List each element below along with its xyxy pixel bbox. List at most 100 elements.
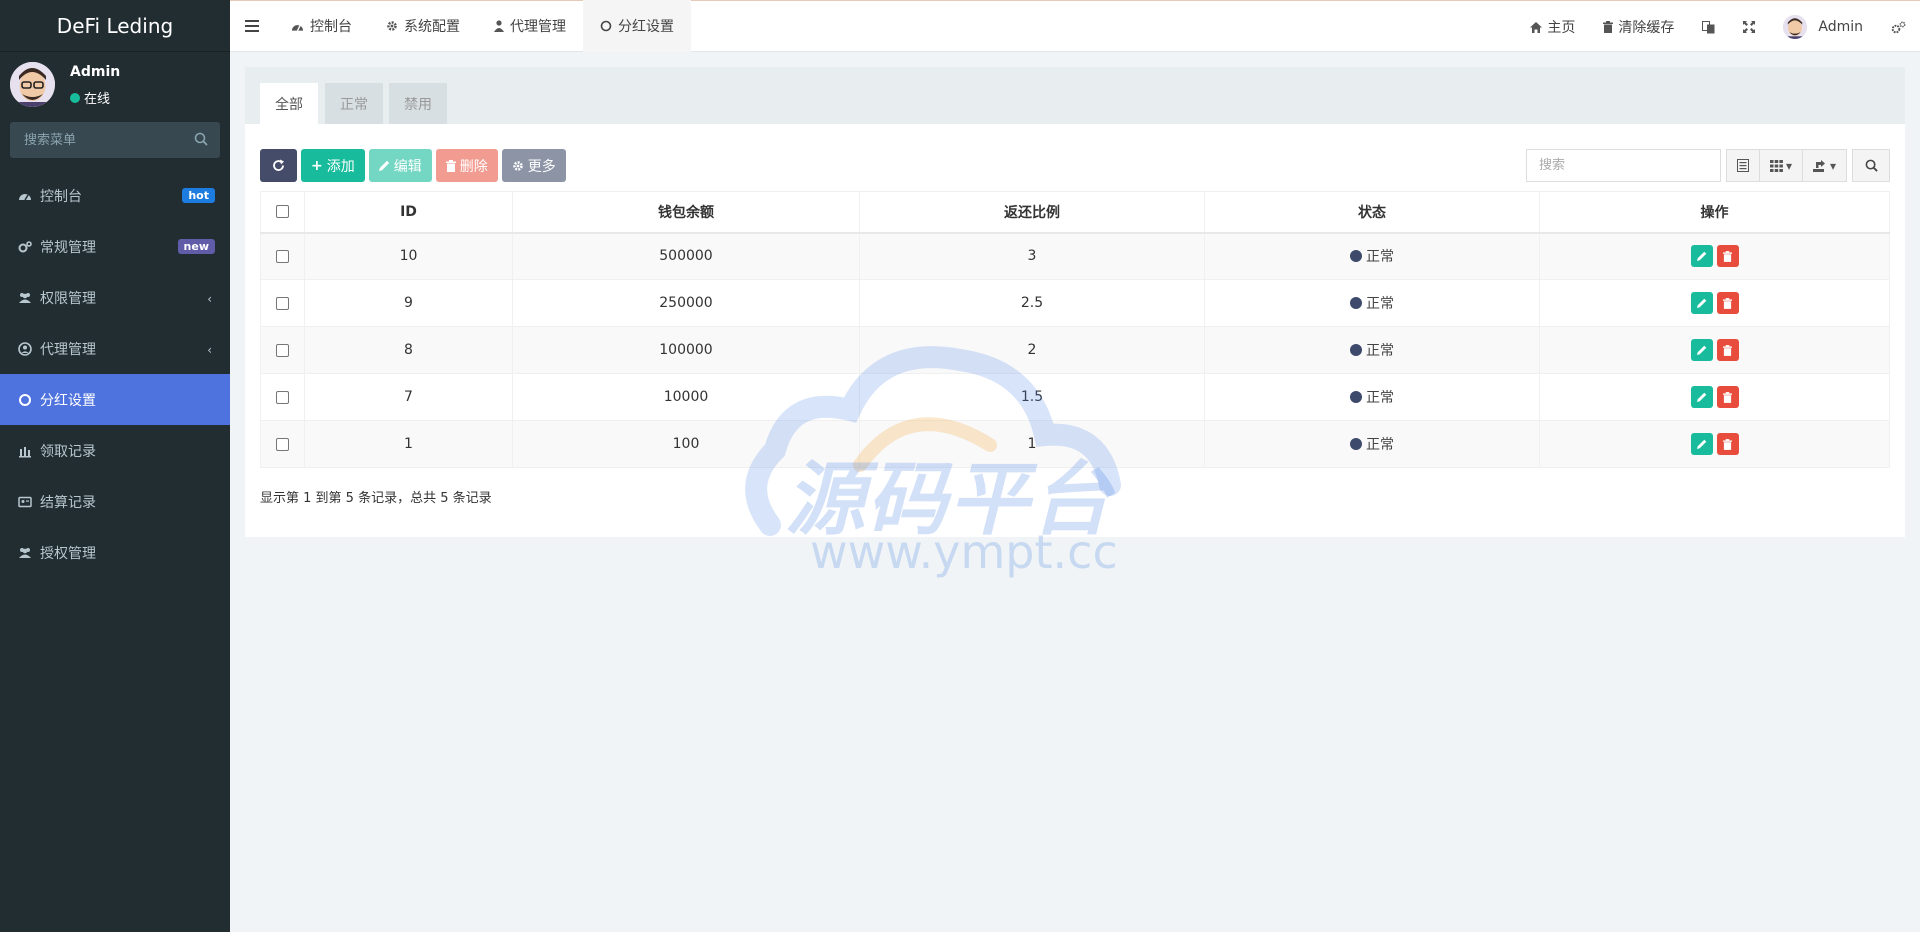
cell-id: 7 bbox=[304, 373, 513, 421]
edit-button[interactable]: 编辑 bbox=[368, 149, 432, 182]
search-icon bbox=[1865, 159, 1878, 172]
sidebar-item-permissions[interactable]: 权限管理 ‹ bbox=[0, 272, 230, 323]
toolbar: + 添加 编辑 删除 更多 bbox=[260, 149, 566, 182]
delete-button[interactable]: 删除 bbox=[435, 149, 498, 182]
search-icon[interactable] bbox=[194, 132, 208, 146]
trash-icon bbox=[1723, 344, 1732, 356]
status-badge: 正常 bbox=[1350, 340, 1394, 360]
sidebar-item-settlements[interactable]: 结算记录 bbox=[0, 476, 230, 527]
row-edit-button[interactable] bbox=[1690, 386, 1713, 408]
pencil-icon bbox=[1696, 439, 1706, 449]
row-delete-button[interactable] bbox=[1716, 339, 1739, 361]
export-icon bbox=[1812, 159, 1825, 172]
sidebar-item-label: 授权管理 bbox=[40, 545, 96, 562]
subtab-normal[interactable]: 正常 bbox=[325, 83, 383, 124]
row-checkbox[interactable] bbox=[276, 343, 289, 357]
user-menu[interactable]: Admin bbox=[1769, 1, 1877, 53]
avatar bbox=[10, 62, 55, 107]
select-all-checkbox[interactable] bbox=[276, 205, 289, 219]
sidebar-item-general[interactable]: 常规管理 new bbox=[0, 221, 230, 272]
export-button[interactable]: ▾ bbox=[1802, 149, 1847, 182]
sidebar-item-dividend[interactable]: 分红设置 bbox=[0, 374, 230, 425]
tab-dashboard[interactable]: 控制台 bbox=[274, 0, 369, 52]
row-checkbox[interactable] bbox=[276, 249, 289, 263]
add-button-label: 添加 bbox=[326, 158, 355, 175]
cell-balance: 100 bbox=[512, 420, 860, 468]
caret-down-icon: ▾ bbox=[1829, 158, 1836, 173]
subtab-disabled[interactable]: 禁用 bbox=[389, 83, 447, 124]
row-delete-button[interactable] bbox=[1716, 433, 1739, 455]
sidebar-item-dashboard[interactable]: 控制台 hot bbox=[0, 170, 230, 221]
table-row[interactable]: 9 250000 2.5 正常 bbox=[260, 279, 1890, 327]
row-edit-button[interactable] bbox=[1690, 433, 1713, 455]
sidebar-item-label: 权限管理 bbox=[40, 290, 96, 307]
row-delete-button[interactable] bbox=[1716, 386, 1739, 408]
row-checkbox[interactable] bbox=[276, 437, 289, 451]
cell-id: 1 bbox=[304, 420, 513, 468]
home-icon bbox=[1530, 21, 1543, 33]
status-dot-icon bbox=[1350, 344, 1362, 356]
online-dot-icon bbox=[70, 92, 80, 103]
add-button[interactable]: + 添加 bbox=[301, 149, 365, 182]
sidebar-toggle-button[interactable] bbox=[230, 0, 274, 52]
row-delete-button[interactable] bbox=[1716, 292, 1739, 314]
row-edit-button[interactable] bbox=[1690, 339, 1713, 361]
table-search-input[interactable] bbox=[1525, 149, 1721, 182]
user-status: 在线 bbox=[70, 88, 110, 107]
settings-button[interactable] bbox=[1877, 1, 1920, 53]
pencil-icon bbox=[1696, 251, 1706, 262]
tab-system-config[interactable]: 系统配置 bbox=[369, 0, 477, 52]
refresh-button[interactable] bbox=[260, 149, 297, 182]
clear-cache-button[interactable]: 清除缓存 bbox=[1589, 1, 1688, 53]
status-badge: 正常 bbox=[1350, 293, 1394, 313]
subtab-all[interactable]: 全部 bbox=[260, 83, 318, 124]
status-dot-icon bbox=[1350, 250, 1362, 263]
trash-icon bbox=[445, 159, 456, 172]
card-view-button[interactable] bbox=[1725, 149, 1760, 182]
tab-label: 系统配置 bbox=[404, 19, 460, 35]
tab-dividend-settings[interactable]: 分红设置 bbox=[583, 0, 691, 52]
cogs-icon bbox=[1891, 21, 1906, 33]
search-button[interactable] bbox=[1852, 149, 1890, 182]
col-ratio[interactable]: 返还比例 bbox=[859, 191, 1205, 234]
table-row[interactable]: 8 100000 2 正常 bbox=[260, 326, 1890, 374]
language-button[interactable] bbox=[1688, 1, 1729, 53]
gear-icon bbox=[512, 160, 523, 171]
trash-icon bbox=[1723, 250, 1732, 262]
columns-toggle-button[interactable]: ▾ bbox=[1759, 149, 1803, 182]
table-row[interactable]: 7 10000 1.5 正常 bbox=[260, 373, 1890, 421]
sidebar-item-label: 代理管理 bbox=[40, 341, 96, 358]
group-icon bbox=[18, 546, 32, 560]
col-actions: 操作 bbox=[1539, 191, 1890, 234]
col-status[interactable]: 状态 bbox=[1204, 191, 1540, 234]
home-link[interactable]: 主页 bbox=[1516, 1, 1589, 53]
col-id[interactable]: ID bbox=[304, 191, 513, 234]
dashboard-icon bbox=[291, 24, 304, 31]
row-edit-button[interactable] bbox=[1690, 292, 1713, 314]
menu-search-input[interactable] bbox=[10, 122, 220, 158]
row-checkbox[interactable] bbox=[276, 296, 289, 310]
more-button[interactable]: 更多 bbox=[501, 149, 566, 182]
table-row[interactable]: 1 100 1 正常 bbox=[260, 420, 1890, 468]
status-label: 正常 bbox=[1366, 390, 1394, 406]
expand-icon bbox=[1743, 21, 1756, 33]
row-delete-button[interactable] bbox=[1716, 245, 1739, 268]
user-status-label: 在线 bbox=[84, 92, 111, 107]
fullscreen-button[interactable] bbox=[1729, 1, 1769, 53]
tab-agent-management[interactable]: 代理管理 bbox=[477, 0, 583, 52]
col-balance[interactable]: 钱包余额 bbox=[512, 191, 860, 234]
row-checkbox[interactable] bbox=[276, 390, 289, 404]
pencil-icon bbox=[1696, 345, 1706, 355]
group-icon bbox=[18, 291, 32, 305]
row-edit-button[interactable] bbox=[1690, 245, 1713, 268]
sidebar-item-authorization[interactable]: 授权管理 bbox=[0, 527, 230, 578]
plus-icon: + bbox=[311, 157, 323, 174]
sidebar-item-agents[interactable]: 代理管理 ‹ bbox=[0, 323, 230, 374]
table-row[interactable]: 10 500000 3 正常 bbox=[260, 232, 1890, 280]
sidebar-item-claims[interactable]: 领取记录 bbox=[0, 425, 230, 476]
tab-label: 代理管理 bbox=[510, 19, 566, 35]
chevron-left-icon: ‹ bbox=[207, 292, 212, 306]
grid-icon bbox=[1769, 159, 1783, 172]
brand-logo[interactable]: DeFi Leding bbox=[0, 0, 230, 52]
bar-chart-icon bbox=[18, 444, 32, 458]
